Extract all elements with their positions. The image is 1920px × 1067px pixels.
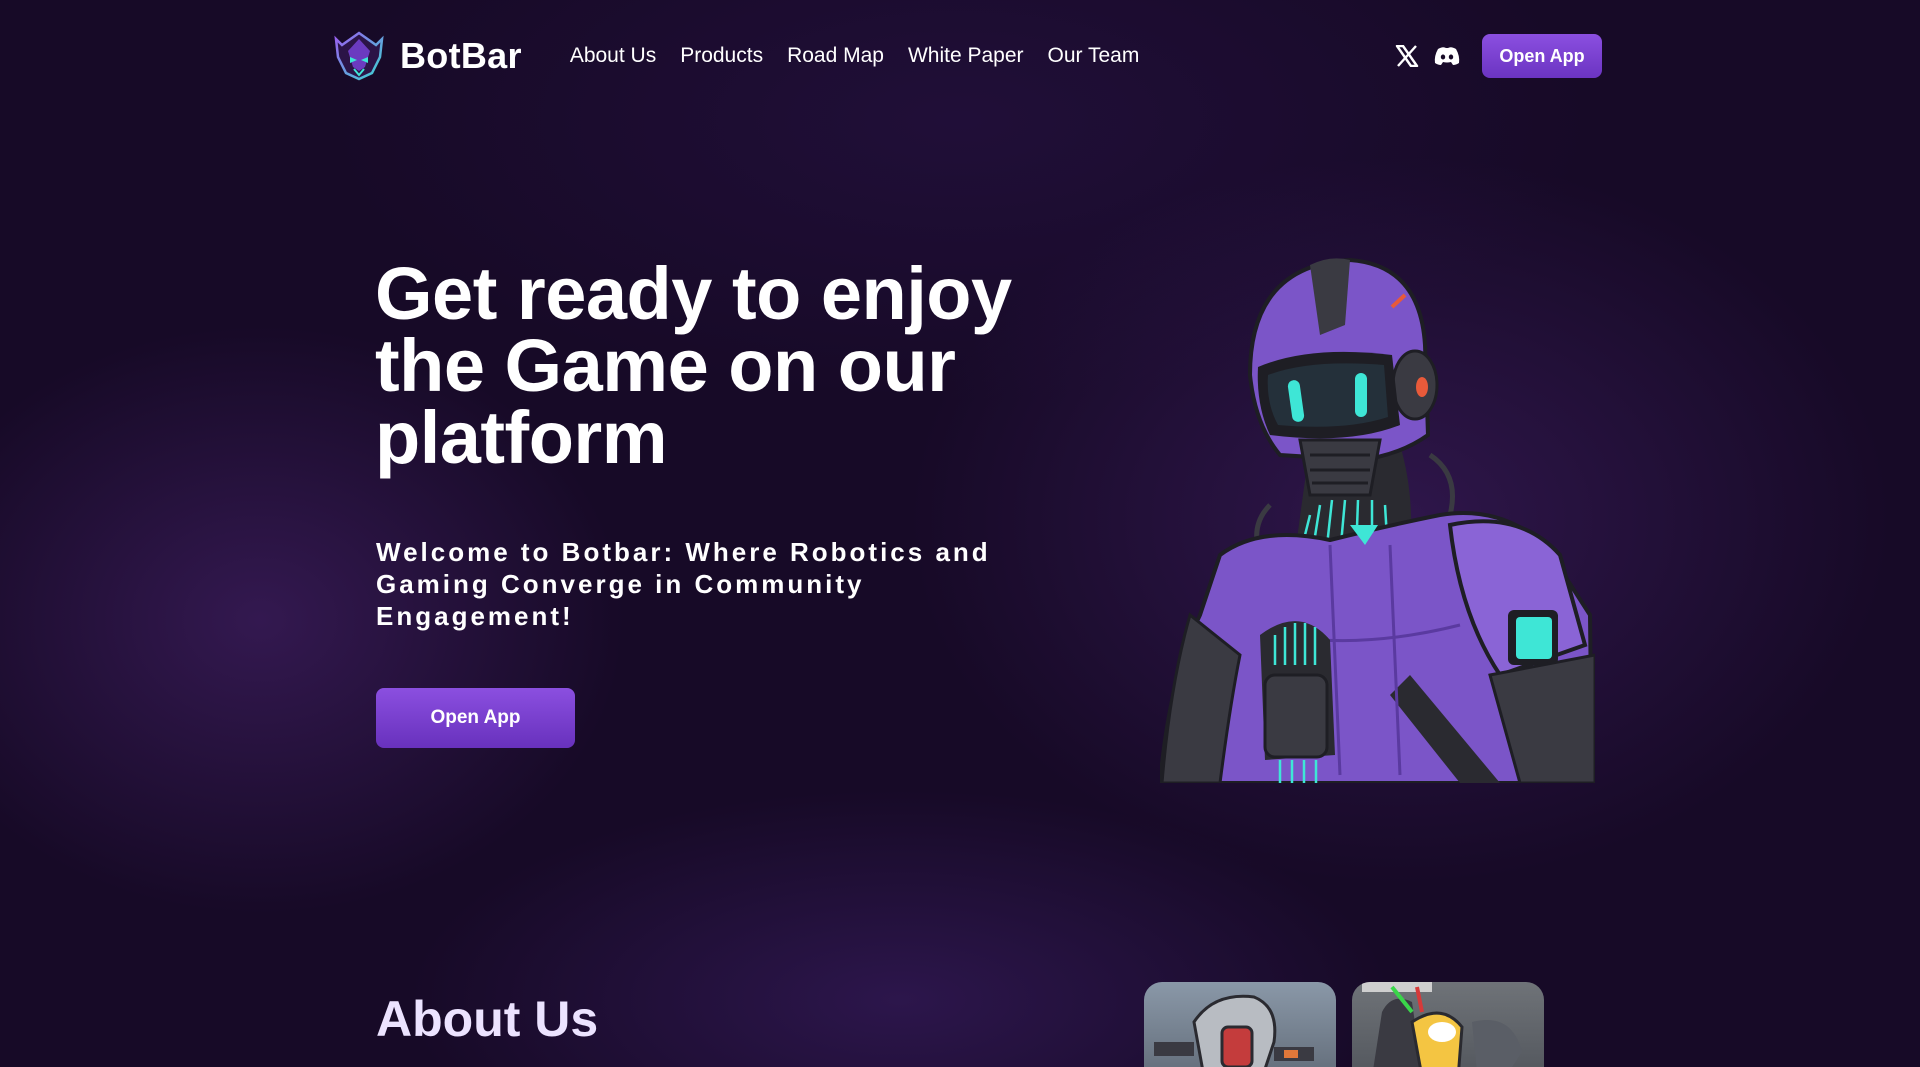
discord-icon[interactable] bbox=[1434, 43, 1460, 69]
robot-illustration bbox=[1160, 257, 1595, 783]
site-header: BotBar About Us Products Road Map White … bbox=[332, 30, 1602, 82]
nav-products[interactable]: Products bbox=[680, 44, 763, 68]
about-image-robot-2 bbox=[1352, 982, 1544, 1067]
hero-title: Get ready to enjoy the Game on our platf… bbox=[375, 252, 1012, 479]
nav-road-map[interactable]: Road Map bbox=[787, 44, 884, 68]
main-nav: About Us Products Road Map White Paper O… bbox=[570, 44, 1140, 68]
page: BotBar About Us Products Road Map White … bbox=[0, 0, 1920, 1067]
botbar-logo-icon bbox=[334, 31, 384, 81]
nav-about-us[interactable]: About Us bbox=[570, 44, 656, 68]
x-twitter-icon[interactable] bbox=[1394, 43, 1420, 69]
about-us-heading: About Us bbox=[376, 991, 599, 1047]
nav-white-paper[interactable]: White Paper bbox=[908, 44, 1024, 68]
hero-subtitle: Welcome to Botbar: Where Robotics and Ga… bbox=[376, 537, 991, 631]
about-image-robot-1 bbox=[1144, 982, 1336, 1067]
brand-name: BotBar bbox=[400, 35, 522, 76]
header-open-app-button[interactable]: Open App bbox=[1482, 34, 1602, 78]
header-actions: Open App bbox=[1394, 34, 1602, 78]
brand[interactable]: BotBar bbox=[332, 31, 522, 81]
hero-open-app-button[interactable]: Open App bbox=[376, 688, 575, 748]
nav-our-team[interactable]: Our Team bbox=[1048, 44, 1140, 68]
